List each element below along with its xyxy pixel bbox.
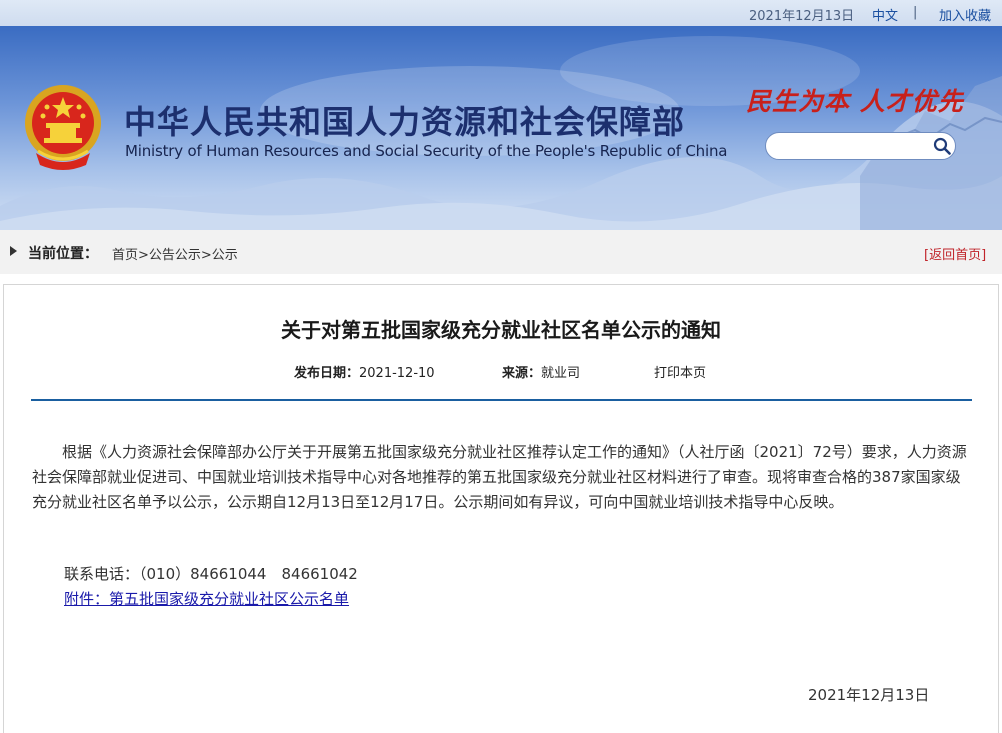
contact-phone: 联系电话：（010）84661044 84661042 <box>64 565 358 583</box>
breadcrumb-arrow-icon <box>10 246 17 256</box>
source-label: 来源： <box>502 366 542 381</box>
add-favorite-link[interactable]: 加入收藏 <box>939 5 991 24</box>
site-title-en: Ministry of Human Resources and Social S… <box>125 142 728 160</box>
site-banner: 中华人民共和国人力资源和社会保障部 Ministry of Human Reso… <box>0 26 1002 230</box>
search-icon[interactable] <box>933 137 951 155</box>
site-title-cn: 中华人民共和国人力资源和社会保障部 <box>124 103 686 141</box>
article-title: 关于对第五批国家级充分就业社区名单公示的通知 <box>281 318 721 342</box>
article-source: 来源：就业司 <box>502 362 580 381</box>
slogan: 民生为本 人才优先 <box>746 87 964 116</box>
attachment-link[interactable]: 附件：第五批国家级充分就业社区公示名单 <box>64 588 349 609</box>
print-page-link[interactable]: 打印本页 <box>654 362 706 381</box>
source-value: 就业司 <box>541 366 581 381</box>
current-date: 2021年12月13日 <box>749 9 855 24</box>
search-input[interactable] <box>778 137 932 157</box>
publish-date-label: 发布日期： <box>294 366 360 381</box>
breadcrumb-label: 当前位置： <box>28 246 98 262</box>
title-divider <box>31 399 972 401</box>
article-body: 根据《人力资源社会保障部办公厅关于开展第五批国家级充分就业社区推荐认定工作的通知… <box>32 443 967 511</box>
language-link[interactable]: 中文 <box>872 5 898 24</box>
publish-date: 发布日期：2021-12-10 <box>294 362 435 381</box>
breadcrumb: 当前位置： 首页>公告公示>公示 [返回首页] <box>0 230 1002 274</box>
search-box <box>765 132 956 160</box>
national-emblem-icon <box>25 85 101 170</box>
publish-date-value: 2021-12-10 <box>359 366 435 381</box>
top-bar: 2021年12月13日 中文 | 加入收藏 <box>0 0 1002 26</box>
signature-date: 2021年12月13日 <box>808 686 930 704</box>
back-home-link[interactable]: [返回首页] <box>924 244 986 263</box>
topbar-separator: | <box>913 5 918 20</box>
breadcrumb-path[interactable]: 首页>公告公示>公示 <box>112 244 238 263</box>
